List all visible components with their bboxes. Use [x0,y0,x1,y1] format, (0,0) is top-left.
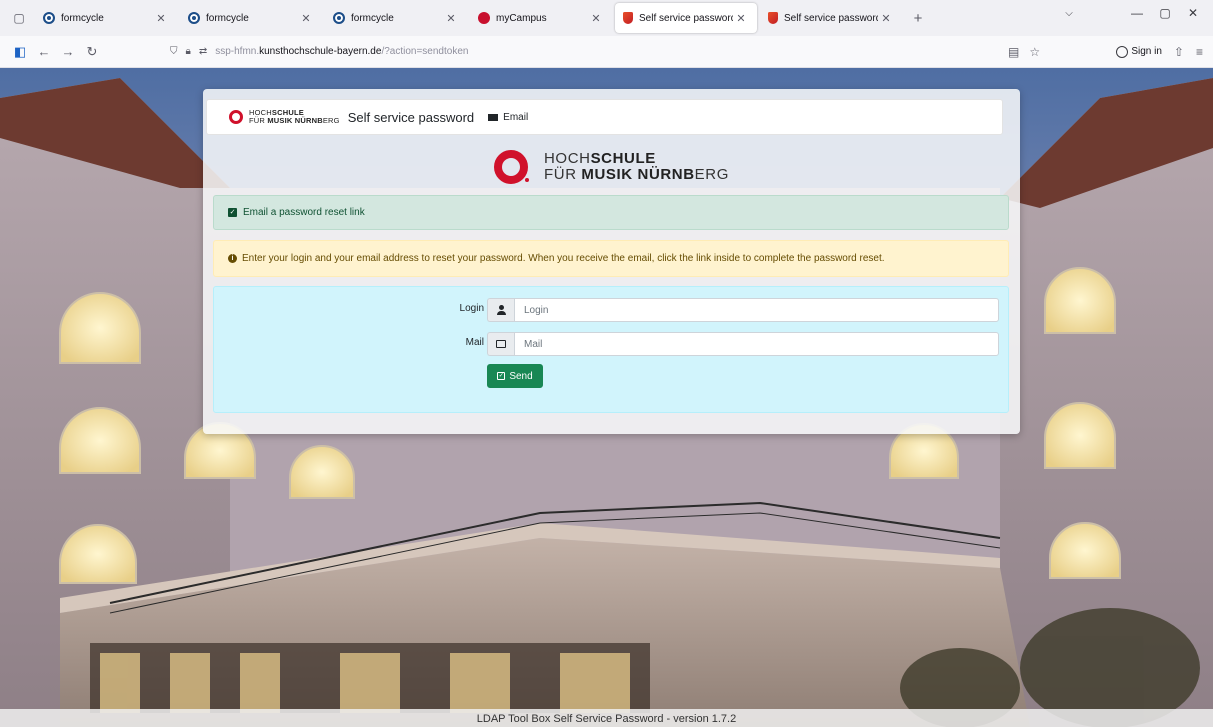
main-card: HOCHSCHULE FÜR MUSIK NÜRNBERG Self servi… [203,89,1020,434]
envelope-icon [488,113,499,121]
login-input-group [487,298,999,322]
mail-label: Mail [465,337,484,348]
hfm-logo-large-icon [494,150,529,184]
chevron-down-icon[interactable]: ⌵ [1055,8,1083,19]
new-tab-icon[interactable]: + [906,6,930,30]
browser-tab-bar: ▢ formcycle ✕ formcycle ✕ formcycle ✕ my… [0,0,1213,36]
login-label: Login [459,303,484,314]
extensions-icon[interactable]: ⇧ [1174,45,1184,59]
hfm-logo-icon [229,110,243,124]
url-text: ssp-hfmn.kunsthochschule-bayern.de/?acti… [215,46,469,57]
url-bar[interactable]: ⛉ 🔒︎ ⇄ ssp-hfmn.kunsthochschule-bayern.d… [160,40,1040,64]
ssp-icon [623,12,633,24]
main-logo: HOCHSCHULE FÜR MUSIK NÜRNBERG [494,150,729,184]
tab-title: myCampus [496,12,547,24]
browser-tab[interactable]: myCampus ✕ [470,3,612,33]
page-footer: LDAP Tool Box Self Service Password - ve… [0,709,1213,727]
close-icon[interactable]: ✕ [153,12,169,25]
minimize-icon[interactable]: — [1123,6,1151,20]
restore-icon[interactable]: ▢ [1151,6,1179,20]
window-controls: ⌵ — ▢ ✕ [1055,6,1207,20]
header-logo-text: HOCHSCHULE FÜR MUSIK NÜRNBERG [249,108,340,125]
formcycle-icon [43,12,55,24]
success-alert-text: Email a password reset link [243,207,365,218]
page-viewport: HOCHSCHULE FÜR MUSIK NÜRNBERG Self servi… [0,68,1213,727]
browser-tab-active[interactable]: Self service password ✕ [615,3,757,33]
tab-title: formcycle [61,12,104,24]
formcycle-icon [333,12,345,24]
info-circle-icon: i [228,254,237,263]
lock-icon[interactable]: 🔒︎ [186,46,191,57]
nav-email-link[interactable]: Email [488,112,528,123]
forward-icon[interactable]: → [56,40,80,64]
mycampus-icon [478,12,490,24]
login-input[interactable] [514,298,999,322]
mail-input-group [487,332,999,356]
close-icon[interactable]: ✕ [588,12,604,25]
login-addon [487,298,514,322]
permissions-icon[interactable]: ⇄ [199,46,207,57]
login-row: Login [214,298,1010,322]
check-square-icon: ✓ [228,208,237,217]
tab-title: Self service password [784,12,878,24]
close-icon[interactable]: ✕ [298,12,314,25]
close-icon[interactable]: ✕ [443,12,459,25]
header-logo[interactable]: HOCHSCHULE FÜR MUSIK NÜRNBERG [229,109,340,125]
shield-icon[interactable]: ⛉ [170,46,178,57]
browser-tab[interactable]: Self service password ✕ [760,3,902,33]
tab-list-icon[interactable]: ▢ [6,6,32,30]
menu-icon[interactable]: ≡ [1196,45,1203,59]
tab-title: formcycle [206,12,249,24]
top-navbar: HOCHSCHULE FÜR MUSIK NÜRNBERG Self servi… [206,99,1003,135]
browser-tab[interactable]: formcycle ✕ [180,3,322,33]
brand-title[interactable]: Self service password [348,110,474,125]
reload-icon[interactable]: ↻ [80,40,104,64]
success-alert: ✓ Email a password reset link [213,195,1009,230]
back-icon[interactable]: ← [32,40,56,64]
tab-title: formcycle [351,12,394,24]
sign-in-label: Sign in [1131,46,1162,57]
ssp-icon [768,12,778,24]
main-logo-text: HOCHSCHULE FÜR MUSIK NÜRNBERG [544,150,729,183]
user-icon [496,305,506,315]
close-window-icon[interactable]: ✕ [1179,6,1207,20]
mail-input[interactable] [514,332,999,356]
mail-addon [487,332,514,356]
mail-icon [496,340,506,348]
close-icon[interactable]: ✕ [733,12,749,25]
browser-tab[interactable]: formcycle ✕ [35,3,177,33]
close-icon[interactable]: ✕ [878,12,894,25]
toolbar-right: Sign in ⇧ ≡ [1116,45,1203,59]
reset-form: Login Mail ✓ Send [213,286,1009,413]
sign-in-button[interactable]: Sign in [1116,45,1162,58]
reader-view-icon[interactable]: ▤ [1008,45,1019,59]
account-icon [1116,45,1129,58]
check-square-icon: ✓ [497,372,506,380]
send-button-label: Send [509,370,533,382]
nav-email-label: Email [503,111,529,123]
bookmark-star-icon[interactable]: ☆ [1029,45,1040,59]
mail-row: Mail [214,332,1010,356]
browser-nav-bar: ◧ ← → ↻ ⛉ 🔒︎ ⇄ ssp-hfmn.kunsthochschule-… [0,36,1213,68]
formcycle-icon [188,12,200,24]
browser-tab[interactable]: formcycle ✕ [325,3,467,33]
info-alert: i Enter your login and your email addres… [213,240,1009,277]
send-button[interactable]: ✓ Send [487,364,543,388]
tab-title: Self service password [639,12,733,24]
info-alert-text: Enter your login and your email address … [242,253,885,264]
sidebar-toggle-icon[interactable]: ◧ [8,40,32,64]
url-bar-actions: ▤ ☆ [1008,45,1040,59]
